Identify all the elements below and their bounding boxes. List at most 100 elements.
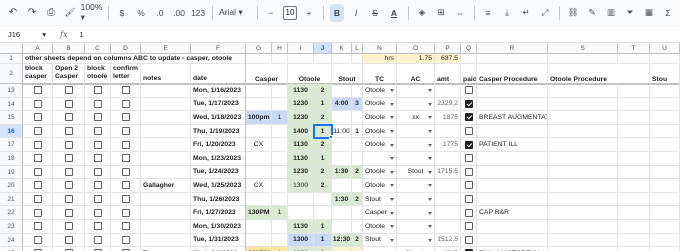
cell-i[interactable] [288,54,314,64]
paid-checkbox[interactable] [464,154,473,163]
casper-procedure-cell[interactable] [477,220,548,234]
checkbox-cell[interactable] [111,152,141,166]
amt-cell[interactable] [435,152,461,166]
column-header-h[interactable]: H [272,43,288,54]
checkbox[interactable] [121,181,130,190]
increase-decimal-button[interactable]: .00 [172,4,186,22]
casper-procedure-cell[interactable] [477,165,548,180]
checkbox[interactable] [64,86,73,95]
date-cell[interactable]: Mon, 1/30/2023 [191,220,246,234]
stout-time-cell[interactable] [332,247,352,251]
paid-cell[interactable] [461,152,477,166]
currency-button[interactable]: $ [115,4,129,22]
row-header[interactable]: 17 [0,138,23,152]
casper-time-cell[interactable] [246,152,272,166]
corner-cell[interactable] [0,43,23,54]
stout-time-cell[interactable] [332,111,352,125]
checkbox[interactable] [33,222,42,231]
casper-procedure-cell[interactable]: FULL MASTOPEXY [477,247,548,251]
checkbox-cell[interactable] [53,138,85,152]
otoole-procedure-cell[interactable] [548,247,618,251]
checkbox-cell[interactable] [85,138,111,152]
checkbox[interactable] [33,127,42,136]
header-stout-procedure[interactable]: Stou [650,64,680,84]
date-cell[interactable]: Tue, 1/31/2023 [191,233,246,248]
checkbox[interactable] [33,140,42,149]
checkbox-cell[interactable] [85,84,111,98]
casper-procedure-cell[interactable] [477,192,548,207]
checkbox[interactable] [93,181,102,190]
checkbox-cell[interactable] [53,111,85,125]
checkbox-cell[interactable] [53,97,85,112]
otoole-time-cell[interactable]: 1300 [288,233,314,248]
checkbox[interactable] [93,99,102,108]
header-paid[interactable]: paid [461,64,477,84]
paid-cell[interactable] [461,179,477,193]
date-cell[interactable]: Tue, 1/24/2023 [191,165,246,180]
stout-count-cell[interactable]: 1 [352,124,363,139]
stout-procedure-cell[interactable] [650,165,680,180]
column-header-u[interactable]: U [650,43,680,54]
paid-checkbox[interactable] [464,222,473,231]
row-header[interactable]: 16 [0,124,23,139]
checkbox[interactable] [121,86,130,95]
cell-t[interactable] [618,97,650,112]
paid-cell[interactable] [461,206,477,220]
paid-cell[interactable] [461,165,477,180]
header-casper-procedure[interactable]: Casper Procedure [477,64,548,84]
checkbox[interactable] [121,154,130,163]
checkbox[interactable] [121,208,130,217]
date-cell[interactable]: Wed, 1/25/2023 [191,179,246,193]
otoole-procedure-cell[interactable] [548,192,618,207]
checkbox[interactable] [33,113,42,122]
print-button[interactable]: ⎙ [44,4,58,22]
header-block-casper[interactable]: block casper [23,64,53,84]
stout-count-cell[interactable] [352,220,363,234]
sheet-grid[interactable]: A B C D E F G H I J K L N O P Q R S T U 1 other sheets depend… [0,43,680,251]
casper-count-cell[interactable] [272,84,288,98]
amt-cell[interactable]: 1875 [435,111,461,125]
font-size-increase[interactable]: + [302,4,316,22]
amt-cell[interactable]: 1775 [435,138,461,152]
checkbox[interactable] [121,113,130,122]
checkbox[interactable] [33,208,42,217]
otoole-procedure-cell[interactable] [548,111,618,125]
otoole-time-cell[interactable]: 1230 [288,111,314,125]
stout-time-cell[interactable]: 1:30 [332,165,352,180]
ac-dropdown[interactable] [397,138,435,152]
link-button[interactable]: ⛓ [566,4,580,22]
column-header-q[interactable]: Q [461,43,477,54]
otoole-count-cell[interactable]: 2 [314,165,332,180]
checkbox-cell[interactable] [111,220,141,234]
stout-count-cell[interactable] [352,84,363,98]
checkbox[interactable] [93,208,102,217]
checkbox[interactable] [33,154,42,163]
casper-count-cell[interactable] [272,192,288,207]
checkbox[interactable] [121,195,130,204]
otoole-procedure-cell[interactable] [548,220,618,234]
stout-procedure-cell[interactable] [650,84,680,98]
row-header[interactable]: 21 [0,192,23,207]
checkbox[interactable] [93,86,102,95]
otoole-time-cell[interactable]: 1300 [288,179,314,193]
casper-time-cell[interactable] [246,233,272,248]
checkbox[interactable] [121,127,130,136]
stout-procedure-cell[interactable] [650,111,680,125]
header-notes[interactable]: notes [141,64,191,84]
header-stout[interactable]: Stout [332,64,363,84]
cell-j[interactable] [314,54,332,64]
casper-procedure-cell[interactable] [477,179,548,193]
otoole-count-cell[interactable]: 1 [314,97,332,112]
notes-cell[interactable]: Gallagher [141,179,191,193]
tc-dropdown[interactable]: Otoole [363,165,397,180]
tc-dropdown[interactable]: Otoole [363,124,397,139]
checkbox-cell[interactable] [111,233,141,248]
checkbox-cell[interactable] [111,179,141,193]
cell-k[interactable] [332,54,352,64]
row-header[interactable]: 22 [0,206,23,220]
column-header-n[interactable]: N [363,43,397,54]
amt-cell[interactable]: 1715.5 [435,165,461,180]
paid-cell[interactable] [461,84,477,98]
checkbox-cell[interactable] [53,124,85,139]
cell-t[interactable] [618,179,650,193]
